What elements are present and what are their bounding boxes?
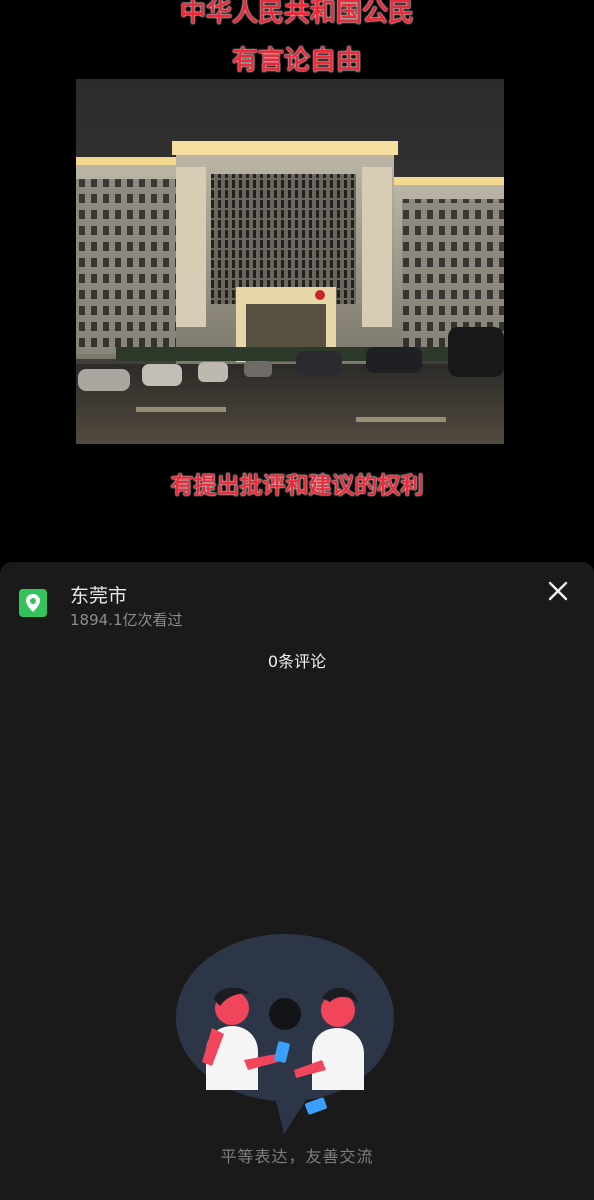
location-name[interactable]: 东莞市 [70, 581, 127, 608]
view-count: 1894.1亿次看过 [70, 611, 183, 629]
comment-count: 0条评论 [267, 652, 327, 671]
empty-slogan: 平等表达，友善交流 [220, 1147, 374, 1166]
video-area[interactable]: 中华人民共和国公民 有言论自由 有提出批评和建议的权利 [0, 0, 594, 570]
video-caption-line3: 有提出批评和建议的权利 [170, 472, 424, 499]
close-icon[interactable] [544, 577, 572, 605]
video-caption-line1: 中华人民共和国公民 [179, 0, 414, 28]
building-photo [76, 79, 504, 444]
video-caption-line2: 有言论自由 [231, 46, 362, 76]
empty-comments-illustration [176, 934, 394, 1134]
comments-panel: 东莞市 1894.1亿次看过 0条评论 平等表达，友善交流 [0, 562, 594, 1200]
map-pin-icon [19, 589, 47, 617]
